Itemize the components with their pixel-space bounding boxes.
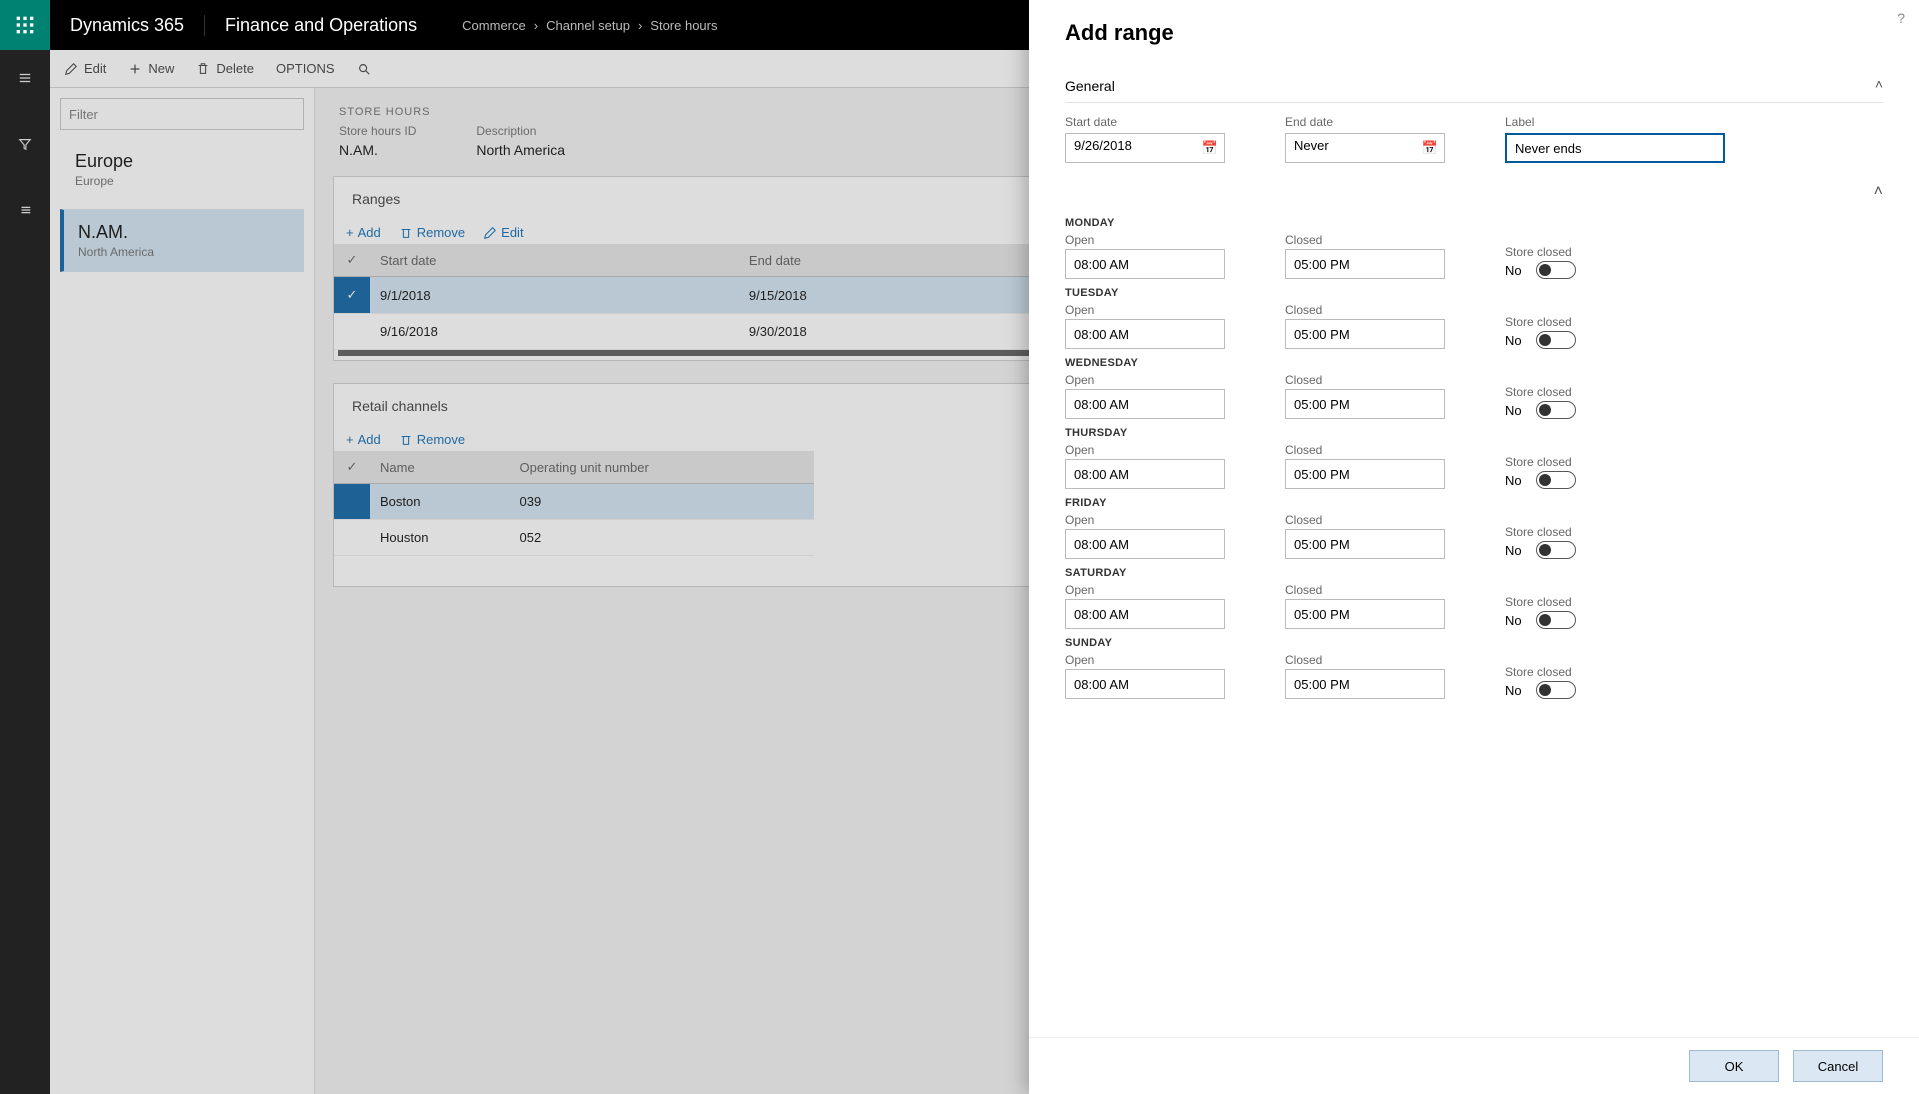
day-label: SUNDAY bbox=[1065, 637, 1883, 649]
funnel-icon bbox=[18, 137, 32, 151]
close-time-input[interactable] bbox=[1285, 249, 1445, 279]
chevron-right-icon: › bbox=[638, 18, 642, 33]
day-label: SATURDAY bbox=[1065, 567, 1883, 579]
panel-title: Add range bbox=[1065, 20, 1883, 46]
store-closed-toggle[interactable] bbox=[1536, 331, 1576, 349]
open-label: Open bbox=[1065, 653, 1225, 667]
calendar-icon[interactable]: 📅 bbox=[1422, 140, 1438, 156]
day-label: WEDNESDAY bbox=[1065, 357, 1883, 369]
toggle-value: No bbox=[1505, 683, 1522, 698]
closed-label: Closed bbox=[1285, 233, 1445, 247]
brand-primary: Dynamics 365 bbox=[50, 15, 205, 36]
store-closed-label: Store closed bbox=[1505, 595, 1572, 609]
close-time-input[interactable] bbox=[1285, 459, 1445, 489]
closed-label: Closed bbox=[1285, 443, 1445, 457]
closed-label: Closed bbox=[1285, 583, 1445, 597]
store-closed-label: Store closed bbox=[1505, 525, 1572, 539]
day-label: TUESDAY bbox=[1065, 287, 1883, 299]
left-nav-rail bbox=[0, 50, 50, 1094]
general-section-header[interactable]: General ˄ bbox=[1065, 70, 1883, 103]
start-date-input[interactable]: 9/26/2018 📅 bbox=[1065, 133, 1225, 163]
end-date-label: End date bbox=[1285, 115, 1445, 129]
store-closed-toggle[interactable] bbox=[1536, 681, 1576, 699]
open-label: Open bbox=[1065, 513, 1225, 527]
open-label: Open bbox=[1065, 233, 1225, 247]
nav-hamburger-button[interactable] bbox=[7, 60, 43, 96]
store-closed-label: Store closed bbox=[1505, 385, 1572, 399]
open-time-input[interactable] bbox=[1065, 389, 1225, 419]
store-closed-toggle[interactable] bbox=[1536, 541, 1576, 559]
store-closed-label: Store closed bbox=[1505, 455, 1572, 469]
open-label: Open bbox=[1065, 373, 1225, 387]
day-label: FRIDAY bbox=[1065, 497, 1883, 509]
store-closed-toggle[interactable] bbox=[1536, 401, 1576, 419]
list-icon bbox=[18, 203, 32, 217]
open-time-input[interactable] bbox=[1065, 529, 1225, 559]
chevron-right-icon: › bbox=[534, 18, 538, 33]
toggle-value: No bbox=[1505, 473, 1522, 488]
nav-list-button[interactable] bbox=[7, 192, 43, 228]
open-time-input[interactable] bbox=[1065, 669, 1225, 699]
close-time-input[interactable] bbox=[1285, 319, 1445, 349]
close-time-input[interactable] bbox=[1285, 389, 1445, 419]
closed-label: Closed bbox=[1285, 653, 1445, 667]
store-closed-label: Store closed bbox=[1505, 665, 1572, 679]
nav-filter-button[interactable] bbox=[7, 126, 43, 162]
closed-label: Closed bbox=[1285, 303, 1445, 317]
hamburger-icon bbox=[18, 71, 32, 85]
end-date-value: Never bbox=[1294, 138, 1329, 153]
brand-secondary: Finance and Operations bbox=[205, 15, 437, 36]
toggle-value: No bbox=[1505, 263, 1522, 278]
breadcrumb-item[interactable]: Channel setup bbox=[546, 18, 630, 33]
open-label: Open bbox=[1065, 583, 1225, 597]
general-label: General bbox=[1065, 78, 1115, 94]
close-time-input[interactable] bbox=[1285, 599, 1445, 629]
panel-footer: OK Cancel bbox=[1029, 1037, 1919, 1094]
open-time-input[interactable] bbox=[1065, 459, 1225, 489]
chevron-up-icon: ˄ bbox=[1874, 183, 1883, 201]
waffle-icon bbox=[15, 15, 35, 35]
start-date-value: 9/26/2018 bbox=[1074, 138, 1132, 153]
store-closed-toggle[interactable] bbox=[1536, 471, 1576, 489]
chevron-up-icon: ˄ bbox=[1875, 76, 1883, 92]
open-time-input[interactable] bbox=[1065, 319, 1225, 349]
cancel-button[interactable]: Cancel bbox=[1793, 1050, 1883, 1082]
toggle-value: No bbox=[1505, 613, 1522, 628]
open-label: Open bbox=[1065, 443, 1225, 457]
help-button[interactable]: ? bbox=[1897, 10, 1905, 26]
close-time-input[interactable] bbox=[1285, 529, 1445, 559]
end-date-input[interactable]: Never 📅 bbox=[1285, 133, 1445, 163]
close-time-input[interactable] bbox=[1285, 669, 1445, 699]
open-time-input[interactable] bbox=[1065, 249, 1225, 279]
ok-button[interactable]: OK bbox=[1689, 1050, 1779, 1082]
closed-label: Closed bbox=[1285, 373, 1445, 387]
day-label: THURSDAY bbox=[1065, 427, 1883, 439]
open-label: Open bbox=[1065, 303, 1225, 317]
open-time-input[interactable] bbox=[1065, 599, 1225, 629]
toggle-value: No bbox=[1505, 403, 1522, 418]
label-field-label: Label bbox=[1505, 115, 1725, 129]
label-input[interactable] bbox=[1505, 133, 1725, 163]
days-section-header[interactable]: ˄ bbox=[1065, 177, 1883, 197]
start-date-label: Start date bbox=[1065, 115, 1225, 129]
store-closed-label: Store closed bbox=[1505, 245, 1572, 259]
breadcrumb-item[interactable]: Store hours bbox=[650, 18, 717, 33]
day-label: MONDAY bbox=[1065, 217, 1883, 229]
breadcrumb: Commerce › Channel setup › Store hours bbox=[437, 18, 742, 33]
closed-label: Closed bbox=[1285, 513, 1445, 527]
toggle-value: No bbox=[1505, 333, 1522, 348]
breadcrumb-item[interactable]: Commerce bbox=[462, 18, 526, 33]
store-closed-label: Store closed bbox=[1505, 315, 1572, 329]
store-closed-toggle[interactable] bbox=[1536, 261, 1576, 279]
toggle-value: No bbox=[1505, 543, 1522, 558]
add-range-panel: ? Add range General ˄ Start date 9/26/20… bbox=[1029, 0, 1919, 1094]
store-closed-toggle[interactable] bbox=[1536, 611, 1576, 629]
calendar-icon[interactable]: 📅 bbox=[1202, 140, 1218, 156]
app-launcher-button[interactable] bbox=[0, 0, 50, 50]
